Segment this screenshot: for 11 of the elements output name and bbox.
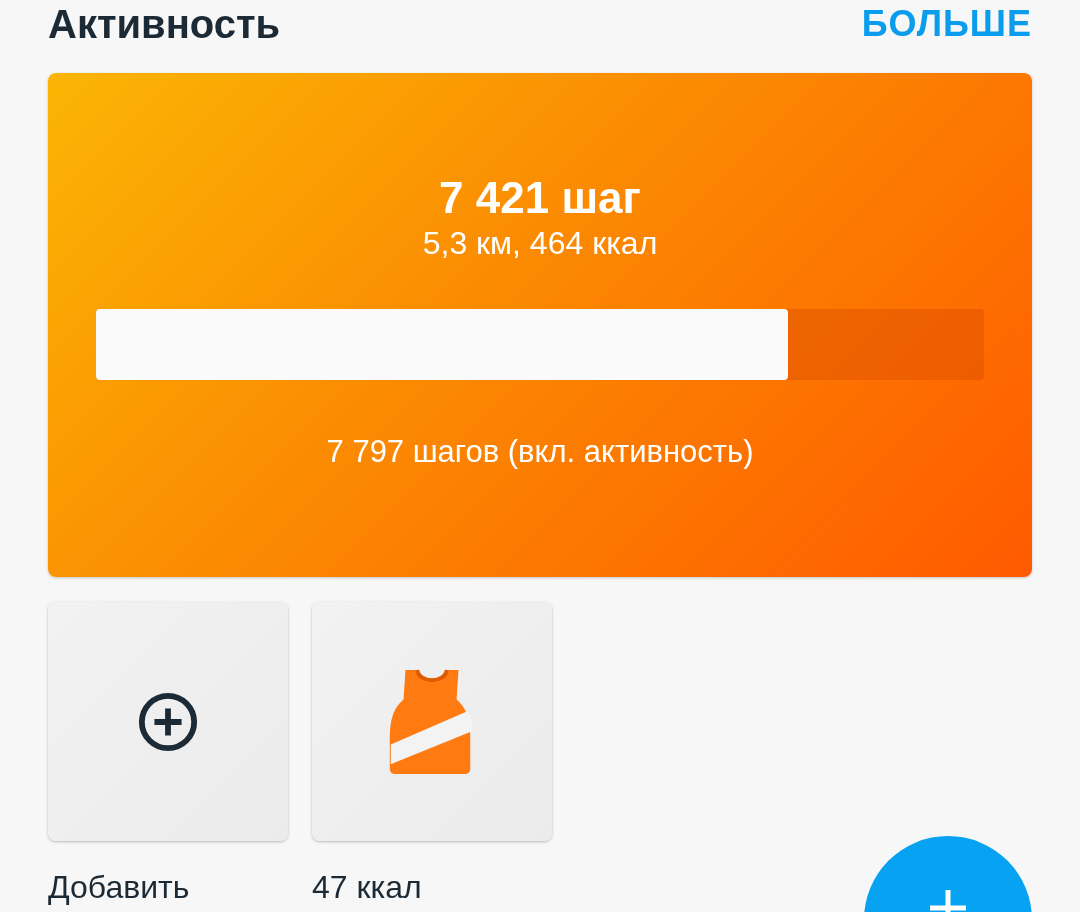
distance-calories: 5,3 км, 464 ккал (422, 224, 658, 263)
steps-count: 7 421 шаг (439, 173, 641, 223)
tile-label: Добавить (48, 868, 191, 907)
tile-label: 47 ккал (312, 868, 423, 907)
total-steps: 7 797 шагов (вкл. активность) (326, 432, 754, 472)
steps-card[interactable]: 7 421 шаг 5,3 км, 464 ккал 7 797 шагов (вкл. активность) (48, 73, 1032, 577)
add-tile[interactable] (48, 602, 288, 841)
section-title: Активность (48, 1, 281, 47)
activity-tile[interactable] (312, 602, 552, 841)
more-link[interactable]: БОЛЬШЕ (861, 3, 1032, 45)
add-icon (137, 690, 199, 753)
